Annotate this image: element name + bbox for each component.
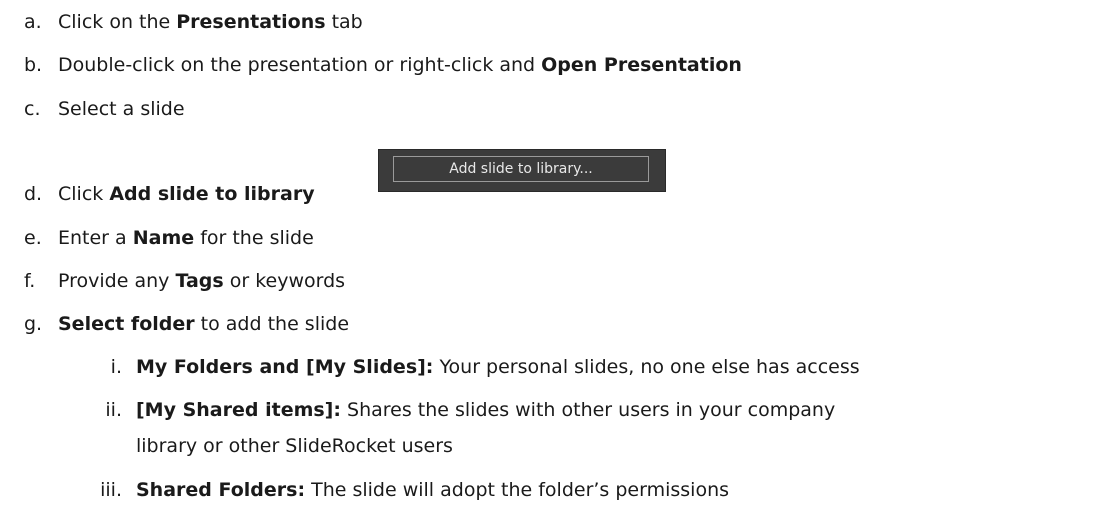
substep-marker: i. [110, 356, 122, 378]
substep-ii-continuation: library or other SlideRocket users [136, 435, 453, 457]
step-text: Provide any Tags or keywords [58, 270, 346, 292]
substep-text: Shared Folders: The slide will adopt the… [136, 479, 730, 501]
step-text: Click on the Presentations tab [58, 11, 363, 33]
step-text: Enter a Name for the slide [58, 227, 314, 249]
add-slide-to-library-button-screenshot: Add slide to library... [378, 149, 666, 192]
add-slide-to-library-button-label: Add slide to library... [393, 156, 649, 182]
step-text: Double-click on the presentation or righ… [58, 54, 742, 76]
substep-marker: iii. [100, 479, 122, 501]
step-text: Click Add slide to library [58, 183, 315, 205]
substep-text: [My Shared items]: Shares the slides wit… [136, 399, 836, 421]
substep-marker: ii. [105, 399, 122, 421]
substep-text: My Folders and [My Slides]: Your persona… [136, 356, 860, 378]
step-text: Select a slide [58, 98, 185, 120]
instructions-document: a. Click on the Presentations tab b. Dou… [0, 0, 1110, 527]
step-text: Select folder to add the slide [58, 313, 350, 335]
